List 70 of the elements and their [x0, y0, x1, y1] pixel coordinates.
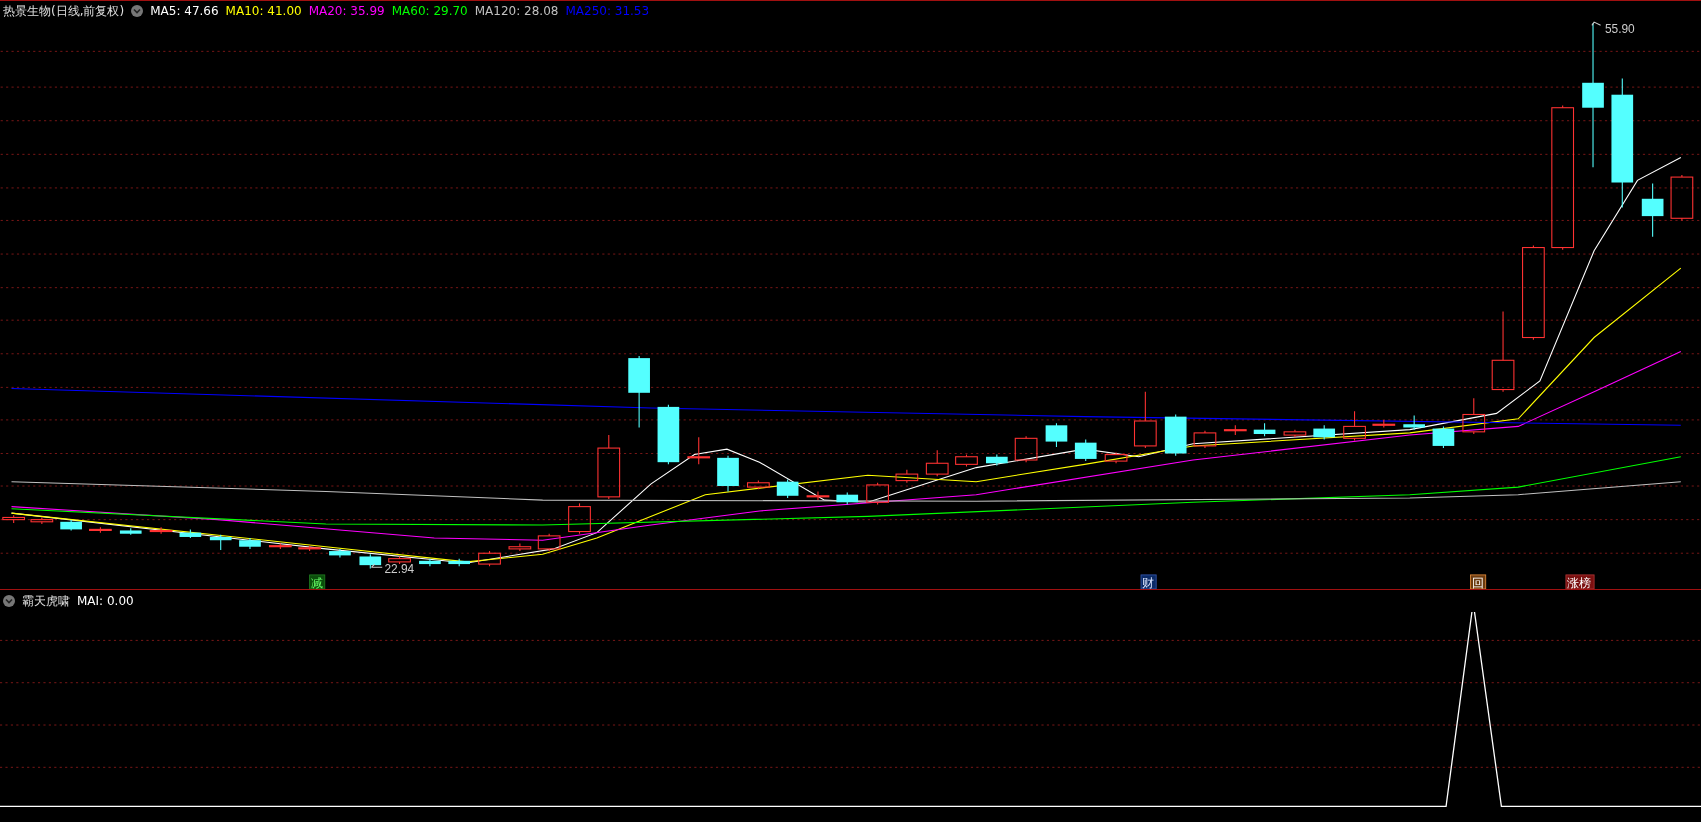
- candlestick: [298, 545, 321, 552]
- candlestick: [955, 454, 978, 468]
- candlestick: [30, 516, 54, 525]
- candlestick: [986, 454, 1008, 466]
- candlestick: [448, 558, 471, 567]
- candlestick: [268, 542, 292, 550]
- candlestick: [239, 537, 261, 550]
- candlestick: [1283, 429, 1307, 438]
- candlestick: [1343, 410, 1366, 442]
- candlestick: [1014, 435, 1038, 463]
- candlestick: [806, 490, 830, 501]
- candlestick: [2, 514, 26, 524]
- candlestick: [1641, 183, 1664, 238]
- candlestick: [568, 502, 591, 535]
- indicator-title: 霸天虎啸: [22, 592, 70, 610]
- candlestick: [717, 455, 739, 492]
- candlestick: [537, 533, 561, 552]
- candlestick: [209, 534, 232, 551]
- indicator-value: MA120: 28.08: [474, 4, 559, 18]
- indicator-value: MA5: 47.66: [150, 4, 219, 18]
- candlestick: [1670, 174, 1694, 221]
- candlestick: [836, 492, 859, 505]
- candlestick: [687, 436, 711, 465]
- candlestick: [1104, 451, 1128, 464]
- candlestick: [89, 526, 112, 534]
- candlestick: [359, 553, 382, 569]
- indicator-value: MA20: 35.99: [308, 4, 385, 18]
- leader-line: [1591, 21, 1602, 26]
- candlestick: [1223, 424, 1247, 436]
- event-marker[interactable]: 减: [309, 574, 326, 589]
- indicator-value: MAI: 0.00: [77, 594, 134, 608]
- candlestick: [1074, 438, 1097, 462]
- indicator-value: MA60: 29.70: [391, 4, 468, 18]
- candlestick: [1253, 422, 1276, 437]
- candlestick: [1432, 425, 1455, 449]
- stock-title: 热景生物(日线,前复权): [3, 2, 125, 20]
- candlestick: [1372, 419, 1396, 429]
- candlestick: [478, 550, 501, 567]
- candlestick: [1193, 430, 1217, 449]
- high-price-label: 55.90: [1604, 21, 1635, 36]
- collapse-icon[interactable]: [3, 595, 15, 607]
- candlestick: [508, 542, 532, 552]
- event-marker[interactable]: 财: [1140, 574, 1157, 589]
- candlestick: [1462, 397, 1486, 435]
- candlestick: [657, 404, 680, 465]
- candlestick: [895, 469, 919, 484]
- collapse-icon[interactable]: [131, 5, 144, 17]
- candlestick: [149, 526, 173, 535]
- leader-line: [370, 563, 383, 568]
- candlestick: [1045, 422, 1068, 448]
- candlestick: [119, 527, 142, 536]
- candlestick: [419, 558, 441, 567]
- candlestick: [747, 480, 770, 490]
- candlestick: [1164, 413, 1187, 457]
- candlestick: [597, 434, 621, 500]
- event-marker[interactable]: 涨榜: [1565, 574, 1595, 589]
- low-price-label: 22.94: [384, 561, 415, 576]
- indicator-value: MA250: 31.53: [565, 4, 650, 18]
- indicator-value: MA10: 41.00: [225, 4, 302, 18]
- candlestick: [388, 555, 411, 565]
- candlestick: [1313, 424, 1336, 440]
- candlestick: [1403, 415, 1425, 431]
- candlestick: [866, 482, 889, 505]
- event-marker[interactable]: 回: [1470, 574, 1487, 589]
- candlestick: [925, 449, 949, 477]
- candlestick: [1133, 391, 1157, 449]
- candlestick: [329, 548, 351, 559]
- candlestick: [60, 519, 82, 531]
- candlestick: [179, 528, 202, 539]
- candlestick: [776, 478, 799, 499]
